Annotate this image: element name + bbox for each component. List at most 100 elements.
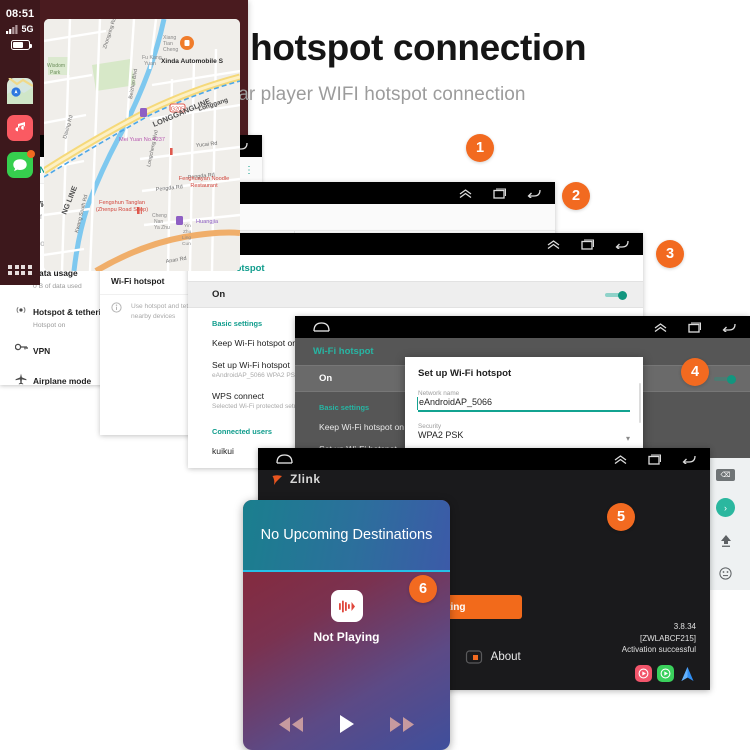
carlife-icon[interactable] — [635, 665, 652, 682]
version-info: 3.8.34 [ZWLABCF215] Activation successfu… — [622, 621, 696, 656]
play-icon[interactable] — [338, 714, 355, 734]
shift-icon — [718, 533, 734, 549]
zlink-branding: Zlink — [258, 470, 710, 486]
step-badge-4: 4 — [681, 358, 709, 386]
svg-text:Mei Yuan No.4237: Mei Yuan No.4237 — [119, 137, 165, 143]
chevron-up-icon[interactable] — [547, 239, 560, 249]
android-navbar — [258, 448, 710, 470]
field-underline — [418, 410, 630, 412]
autolink-icon[interactable] — [657, 665, 674, 682]
rewind-icon[interactable] — [277, 716, 305, 733]
battery-icon — [10, 40, 32, 50]
zlink-app-name: Zlink — [290, 472, 321, 486]
svg-text:(Zhenpu Road Shop): (Zhenpu Road Shop) — [96, 207, 148, 213]
about-icon — [465, 650, 482, 664]
sidebar-sub: 0 B of data used — [33, 283, 82, 290]
svg-text:Yuan: Yuan — [144, 61, 156, 67]
panel4-title: Wi-Fi hotspot — [313, 346, 374, 357]
now-playing-label: Not Playing — [313, 630, 380, 644]
step-badge-3: 3 — [656, 240, 684, 268]
home-icon[interactable] — [313, 322, 330, 332]
network-name-input[interactable]: eAndroidAP_5066 — [417, 397, 630, 410]
page-root: WIFI hotspot connection Car player WIFI … — [0, 0, 750, 750]
status-signal: 5G — [0, 24, 40, 34]
step-badge-5: 5 — [607, 503, 635, 531]
carplay-dock: 08:51 5G — [0, 0, 40, 285]
svg-text:Cun: Cun — [182, 241, 191, 247]
sidebar-label: Airplane mode — [33, 376, 92, 385]
status-time: 08:51 — [5, 8, 35, 20]
chevron-down-icon: ▾ — [625, 433, 630, 443]
chevron-up-icon[interactable] — [459, 188, 472, 198]
svg-text:Park: Park — [50, 70, 61, 76]
hotspot-on-row[interactable]: On — [188, 281, 643, 308]
step-badge-6: 6 — [409, 575, 437, 603]
activation-status: Activation successful — [621, 645, 696, 655]
emoji-icon — [719, 567, 732, 580]
svg-text:Fengshun Tanglan: Fengshun Tanglan — [99, 200, 145, 206]
version-number: 3.8.34 — [673, 622, 696, 632]
sidebar-label: VPN — [33, 346, 51, 356]
music-icon[interactable] — [7, 115, 33, 141]
chevron-up-icon[interactable] — [614, 454, 627, 464]
send-arrow-icon: › — [716, 498, 735, 517]
svg-text:Ling: Ling — [182, 235, 191, 241]
map-poi-label: Xinda Automobile S — [161, 58, 224, 65]
step-badge-2: 2 — [562, 182, 590, 210]
music-app-icon — [330, 590, 363, 622]
screenshot-panel-carplay: 08:51 5G G205 Xiang Tian Cheng Fu Kang Y… — [0, 0, 248, 285]
network-type: 5G — [21, 24, 34, 34]
fast-forward-icon[interactable] — [388, 716, 416, 733]
panel3-title-bar: Wi-Fi hotspot — [188, 255, 643, 281]
hotspot-toggle[interactable] — [605, 290, 627, 300]
more-vert-icon[interactable]: ⋮ — [244, 165, 254, 176]
android-navbar — [295, 316, 750, 338]
back-icon[interactable] — [527, 188, 541, 198]
destinations-label: No Upcoming Destinations — [260, 527, 433, 543]
navigation-icon[interactable] — [679, 665, 696, 682]
dialog-title: Set up Wi-Fi hotspot — [418, 368, 512, 379]
map-view[interactable]: G205 Xiang Tian Cheng Fu Kang Yuan Wisdo… — [44, 19, 240, 271]
zlink-logo-icon — [271, 473, 286, 486]
about-button[interactable]: About — [464, 647, 521, 667]
svg-text:Fenghuayan Noodle: Fenghuayan Noodle — [179, 176, 229, 182]
backspace-icon: ⌫ — [715, 468, 736, 481]
step-badge-1: 1 — [466, 134, 494, 162]
dialog-scrollbar[interactable] — [639, 383, 641, 423]
svg-text:Yin: Yin — [184, 223, 191, 229]
back-icon[interactable] — [615, 239, 629, 249]
carplay-widget-cards: No Upcoming Destinations Not Playing — [243, 500, 450, 750]
dock-apps — [0, 78, 40, 178]
home-icon[interactable] — [276, 454, 293, 464]
svg-text:Cheng: Cheng — [163, 47, 178, 53]
svg-text:Zhu: Zhu — [183, 229, 192, 235]
recents-icon[interactable] — [581, 238, 594, 250]
hotspot-toggle[interactable] — [714, 374, 736, 384]
network-name-label: Network name — [418, 390, 460, 397]
signal-bars-icon — [6, 24, 18, 34]
on-label: On — [212, 289, 226, 300]
on-label: On — [319, 373, 333, 384]
vpn-key-icon — [9, 341, 33, 351]
messages-icon[interactable] — [7, 150, 35, 178]
svg-text:Ya Zhu: Ya Zhu — [154, 225, 170, 231]
supported-apps — [635, 665, 696, 682]
chevron-up-icon[interactable] — [654, 322, 667, 332]
screenshot-panel-setup-dialog: Wi-Fi hotspot On Basic settings Keep Wi-… — [295, 316, 750, 468]
maps-icon[interactable] — [7, 78, 33, 104]
app-grid-icon[interactable] — [0, 264, 40, 275]
security-value: WPA2 PSK — [418, 429, 464, 440]
back-icon[interactable] — [682, 454, 696, 464]
recents-icon[interactable] — [688, 321, 701, 333]
recents-icon[interactable] — [493, 187, 506, 199]
security-label: Security — [418, 422, 442, 430]
airplane-icon — [9, 371, 33, 385]
destinations-card[interactable]: No Upcoming Destinations — [243, 500, 450, 572]
recents-icon[interactable] — [648, 453, 661, 465]
android-navbar — [188, 233, 643, 255]
info-icon — [111, 302, 122, 321]
security-select[interactable]: WPA2 PSK ▾ — [418, 430, 630, 443]
back-icon[interactable] — [722, 322, 736, 332]
svg-text:Huangjia: Huangjia — [196, 219, 219, 225]
svg-text:Restaurant: Restaurant — [190, 183, 218, 189]
